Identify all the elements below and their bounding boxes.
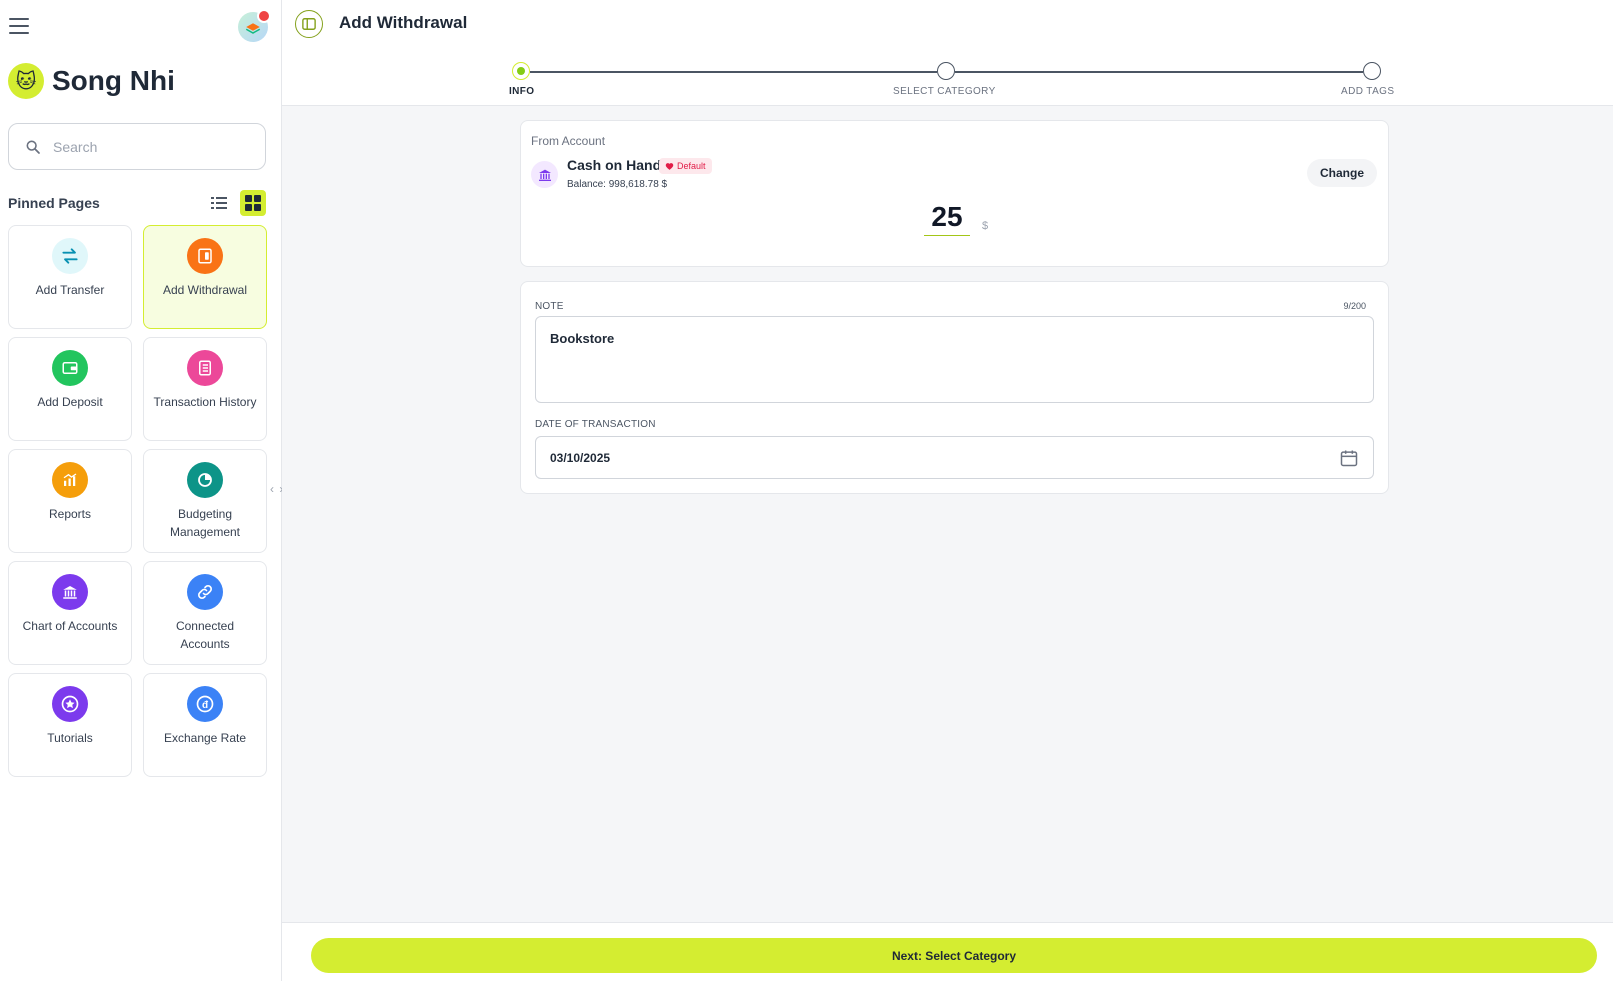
currency-icon: đ xyxy=(187,686,223,722)
tile-exchange-rate[interactable]: đ Exchange Rate xyxy=(143,673,267,777)
search-icon xyxy=(26,140,40,154)
tile-budgeting-management[interactable]: Budgeting Management xyxy=(143,449,267,553)
chart-icon xyxy=(52,462,88,498)
grid-view-button[interactable] xyxy=(240,190,266,216)
calendar-icon[interactable] xyxy=(1339,448,1359,468)
top-bar: Add Withdrawal INFO SELECT CATEGORY ADD … xyxy=(282,0,1613,106)
tile-label: Add Transfer xyxy=(35,283,105,297)
list-view-icon xyxy=(211,197,227,209)
svg-text:đ: đ xyxy=(202,700,209,711)
step-connector xyxy=(530,71,937,73)
tile-label: Exchange Rate xyxy=(163,731,247,745)
tile-add-deposit[interactable]: Add Deposit xyxy=(8,337,132,441)
account-name: Cash on Hand xyxy=(567,157,662,173)
from-account-label: From Account xyxy=(531,134,606,148)
change-account-button[interactable]: Change xyxy=(1307,159,1377,187)
step-add-tags-dot[interactable] xyxy=(1363,62,1381,80)
note-textarea[interactable]: Bookstore xyxy=(535,316,1374,403)
step-connector xyxy=(955,71,1363,73)
sidebar: 🐱 Song Nhi Pinned Pages Add Transfer xyxy=(0,0,282,981)
tile-label: Connected Accounts xyxy=(175,619,235,651)
grid-view-icon xyxy=(245,195,261,211)
view-toggle xyxy=(206,190,266,216)
notification-badge xyxy=(257,9,271,23)
sidebar-panel-icon xyxy=(302,18,316,30)
bank-icon xyxy=(52,574,88,610)
user-header: 🐱 Song Nhi xyxy=(8,63,175,99)
tile-label: Add Deposit xyxy=(37,395,103,409)
tile-tutorials[interactable]: Tutorials xyxy=(8,673,132,777)
step-add-tags-label: ADD TAGS xyxy=(1341,86,1395,97)
pie-chart-icon xyxy=(187,462,223,498)
currency-symbol: $ xyxy=(982,220,989,232)
amount-input[interactable]: 25 xyxy=(924,201,970,236)
bank-icon xyxy=(531,161,558,188)
step-select-category-dot[interactable] xyxy=(937,62,955,80)
search-input[interactable] xyxy=(53,138,233,155)
balance-value: 998,618.78 $ xyxy=(608,179,668,190)
pinned-header: Pinned Pages xyxy=(8,190,266,216)
step-select-category-label: SELECT CATEGORY xyxy=(893,86,996,97)
default-badge-text: Default xyxy=(677,161,706,171)
tile-transaction-history[interactable]: Transaction History xyxy=(143,337,267,441)
tile-connected-accounts[interactable]: Connected Accounts xyxy=(143,561,267,665)
search-box xyxy=(8,123,266,170)
link-icon xyxy=(187,574,223,610)
details-card: NOTE 9/200 Bookstore DATE OF TRANSACTION… xyxy=(520,281,1389,494)
date-value: 03/10/2025 xyxy=(550,450,611,465)
list-view-button[interactable] xyxy=(206,190,232,216)
stepper: INFO SELECT CATEGORY ADD TAGS xyxy=(509,62,1394,98)
notification-button[interactable] xyxy=(238,9,271,42)
next-select-category-button[interactable]: Next: Select Category xyxy=(311,938,1597,973)
date-field[interactable]: 03/10/2025 xyxy=(535,436,1374,479)
pinned-title: Pinned Pages xyxy=(8,195,100,211)
avatar[interactable]: 🐱 xyxy=(8,63,44,99)
balance: Balance: 998,618.78 $ xyxy=(567,179,667,190)
wallet-icon xyxy=(52,350,88,386)
step-info-label: INFO xyxy=(509,86,535,97)
page-title: Add Withdrawal xyxy=(339,13,468,32)
tile-chart-of-accounts[interactable]: Chart of Accounts xyxy=(8,561,132,665)
tile-add-withdrawal[interactable]: Add Withdrawal xyxy=(143,225,267,329)
note-label: NOTE xyxy=(535,301,564,312)
tile-label: Chart of Accounts xyxy=(22,619,118,633)
heart-icon xyxy=(665,162,674,170)
tile-label: Transaction History xyxy=(153,395,257,409)
main-content: Add Withdrawal INFO SELECT CATEGORY ADD … xyxy=(282,0,1613,981)
from-account-card: From Account Cash on Hand Default Balanc… xyxy=(520,120,1389,267)
default-badge: Default xyxy=(659,158,712,174)
balance-label: Balance: xyxy=(567,179,606,190)
amount-field: 25 $ xyxy=(924,201,988,236)
withdrawal-icon xyxy=(187,238,223,274)
tile-label: Reports xyxy=(48,507,92,521)
menu-icon[interactable] xyxy=(9,18,29,34)
tile-label: Tutorials xyxy=(47,731,93,745)
step-info-dot[interactable] xyxy=(512,62,530,80)
footer-bar: Next: Select Category xyxy=(282,922,1613,981)
tile-reports[interactable]: Reports xyxy=(8,449,132,553)
tile-label: Add Withdrawal xyxy=(162,283,248,297)
transfer-icon xyxy=(52,238,88,274)
toggle-sidebar-button[interactable] xyxy=(295,10,323,38)
user-name: Song Nhi xyxy=(52,65,175,96)
date-label: DATE OF TRANSACTION xyxy=(535,419,656,430)
star-icon xyxy=(52,686,88,722)
note-char-counter: 9/200 xyxy=(1343,301,1366,311)
tile-label: Budgeting Management xyxy=(169,507,241,539)
ledger-icon xyxy=(187,350,223,386)
pinned-grid: Add Transfer Add Withdrawal Add Deposit … xyxy=(8,225,267,777)
tile-add-transfer[interactable]: Add Transfer xyxy=(8,225,132,329)
